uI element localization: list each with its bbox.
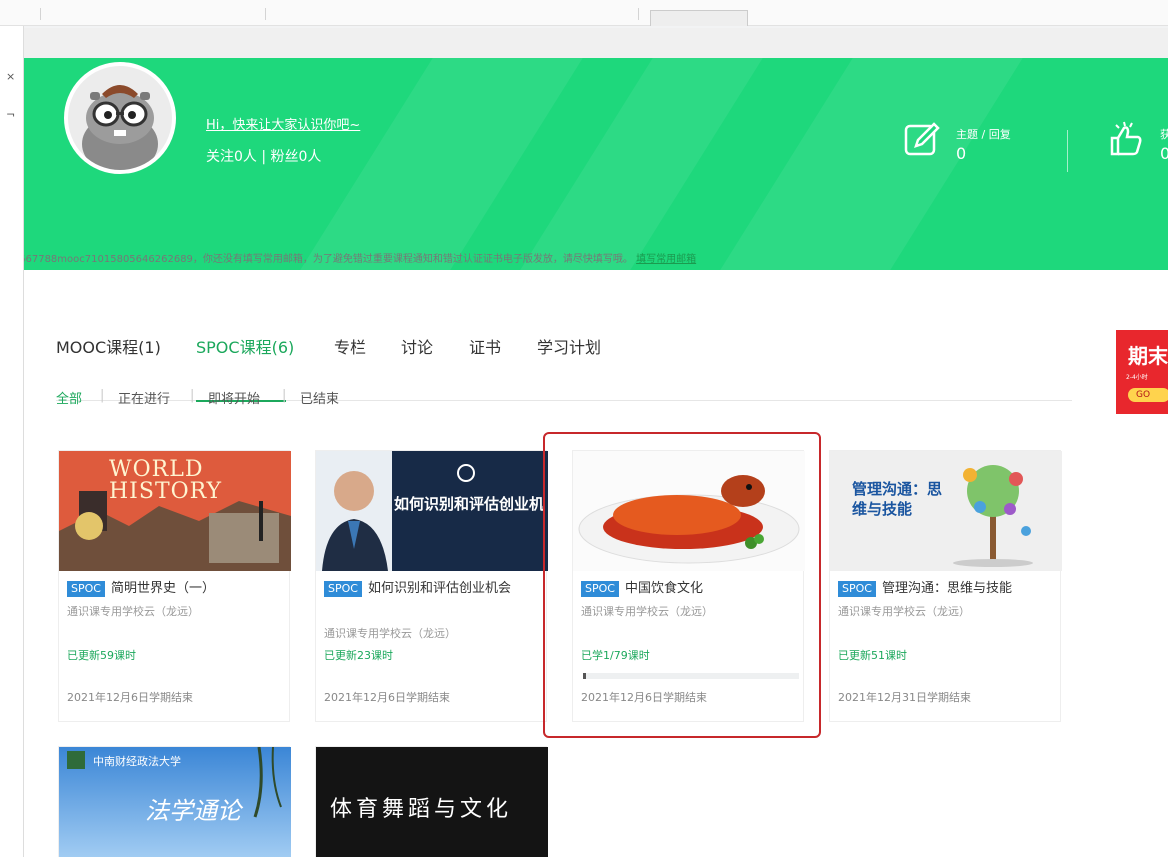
thumb-title: 管理沟通：思维与技能 — [852, 480, 943, 518]
spoc-badge: SPOC — [838, 581, 876, 597]
course-title: SPOC 如何识别和评估创业机会 — [324, 579, 544, 599]
tab-certificate[interactable]: 证书 — [469, 334, 501, 358]
course-end-date: 2021年12月6日学期结束 — [324, 691, 450, 704]
thumb-university: 中南财经政法大学 — [93, 755, 181, 768]
filter-separator: | — [100, 388, 105, 403]
follow-stats[interactable]: 关注0人 | 粉丝0人 — [206, 146, 321, 166]
stat-divider — [1067, 130, 1068, 172]
course-end-date: 2021年12月6日学期结束 — [67, 691, 193, 704]
close-glyph: × — [6, 70, 16, 83]
course-card[interactable]: 中南财经政法大学 法学通论 — [58, 746, 291, 857]
thumb-title: 体育舞蹈与文化 — [330, 797, 513, 822]
course-thumbnail: 中南财经政法大学 法学通论 — [59, 747, 291, 857]
promo-banner[interactable]: 期末 2-4小时 GO — [1116, 330, 1168, 414]
spoc-badge: SPOC — [67, 581, 105, 597]
course-card[interactable]: WORLD HISTORY SPOC 简明世界史（一） 通识课专用学校云（龙远） … — [58, 450, 291, 722]
course-school: 通识课专用学校云（龙远） — [838, 605, 970, 618]
course-end-date: 2021年12月31日学期结束 — [838, 691, 971, 704]
filter-ended[interactable]: 已结束 — [300, 388, 339, 407]
avatar[interactable] — [64, 62, 176, 174]
course-title: SPOC 管理沟通：思维与技能 — [838, 579, 1058, 599]
stat-topics-label: 主题 / 回复 — [956, 128, 1011, 141]
stat-likes-label: 获 — [1160, 128, 1168, 141]
chrome-divider — [40, 8, 41, 20]
tab-mooc[interactable]: MOOC课程(1) — [56, 334, 161, 358]
tab-discussion[interactable]: 讨论 — [401, 334, 433, 358]
filter-ongoing[interactable]: 正在进行 — [118, 388, 170, 407]
chrome-divider — [265, 8, 266, 20]
spoc-badge: SPOC — [324, 581, 362, 597]
chrome-divider — [638, 8, 639, 20]
browser-chrome — [0, 0, 1168, 26]
screenshot-root: × ¬ Hi，快来让大家认识你吧~ 关注0人 | 粉丝0人 主题 / 回复 0 … — [0, 0, 1168, 857]
course-school: 通识课专用学校云（龙远） — [67, 605, 199, 618]
edit-icon — [904, 122, 940, 156]
course-title-text: 如何识别和评估创业机会 — [367, 581, 511, 596]
course-page: Hi，快来让大家认识你吧~ 关注0人 | 粉丝0人 主题 / 回复 0 获 0 — [24, 28, 1168, 857]
course-title-text: 管理沟通：思维与技能 — [881, 581, 1012, 596]
browser-tab[interactable] — [650, 10, 748, 26]
course-thumbnail: 体育舞蹈与文化 — [316, 747, 548, 857]
course-status: 已更新23课时 — [324, 649, 393, 662]
filter-upcoming[interactable]: 即将开始 — [208, 388, 260, 407]
selection-highlight — [543, 432, 821, 738]
course-thumbnail: 如何识别和评估创业机 — [316, 451, 548, 571]
promo-go-button[interactable]: GO — [1128, 388, 1168, 402]
thumb-title: 如何识别和评估创业机 — [394, 495, 545, 513]
tab-study-plan[interactable]: 学习计划 — [537, 334, 601, 358]
stat-likes-value: 0 — [1160, 144, 1168, 163]
course-title: SPOC 简明世界史（一） — [67, 579, 287, 599]
course-thumbnail: WORLD HISTORY — [59, 451, 291, 571]
thumb-title: WORLD HISTORY — [109, 457, 223, 504]
course-title-text: 简明世界史（一） — [110, 581, 215, 596]
left-strip-glyph: ¬ — [6, 108, 16, 121]
greeting-link[interactable]: Hi，快来让大家认识你吧~ — [206, 114, 360, 133]
email-notice: hi，667788mooc71015805646262689，你还没有填写常用邮… — [24, 250, 1168, 274]
course-status: 已更新59课时 — [67, 649, 136, 662]
thumbs-up-icon — [1110, 121, 1142, 156]
thumb-title: 法学通论 — [145, 797, 241, 825]
course-card[interactable]: 体育舞蹈与文化 — [315, 746, 548, 857]
fill-email-link[interactable]: 填写常用邮箱 — [636, 254, 696, 265]
promo-subtitle: 2-4小时 — [1126, 374, 1148, 381]
profile-header: Hi，快来让大家认识你吧~ 关注0人 | 粉丝0人 主题 / 回复 0 获 0 — [24, 58, 1168, 270]
course-status: 已更新51课时 — [838, 649, 907, 662]
page-topbar — [24, 28, 1168, 58]
notice-text: hi，667788mooc71015805646262689，你还没有填写常用邮… — [24, 254, 633, 265]
tab-spoc[interactable]: SPOC课程(6) — [196, 334, 294, 358]
left-window-strip: × ¬ — [0, 26, 24, 857]
course-card[interactable]: 管理沟通：思维与技能 SPOC 管理沟通：思维与技能 通识课专用学校云（龙远） 已… — [829, 450, 1062, 722]
stat-topics-value: 0 — [956, 144, 967, 163]
filter-separator: | — [282, 388, 287, 403]
promo-title: 期末 — [1128, 344, 1168, 368]
course-thumbnail: 管理沟通：思维与技能 — [830, 451, 1062, 571]
course-school: 通识课专用学校云（龙远） — [324, 627, 456, 640]
filter-all[interactable]: 全部 — [56, 388, 82, 407]
course-card[interactable]: 如何识别和评估创业机 SPOC 如何识别和评估创业机会 通识课专用学校云（龙远） … — [315, 450, 548, 722]
filter-separator: | — [190, 388, 195, 403]
avatar-mascot-icon — [82, 85, 158, 170]
tab-column[interactable]: 专栏 — [334, 334, 366, 358]
